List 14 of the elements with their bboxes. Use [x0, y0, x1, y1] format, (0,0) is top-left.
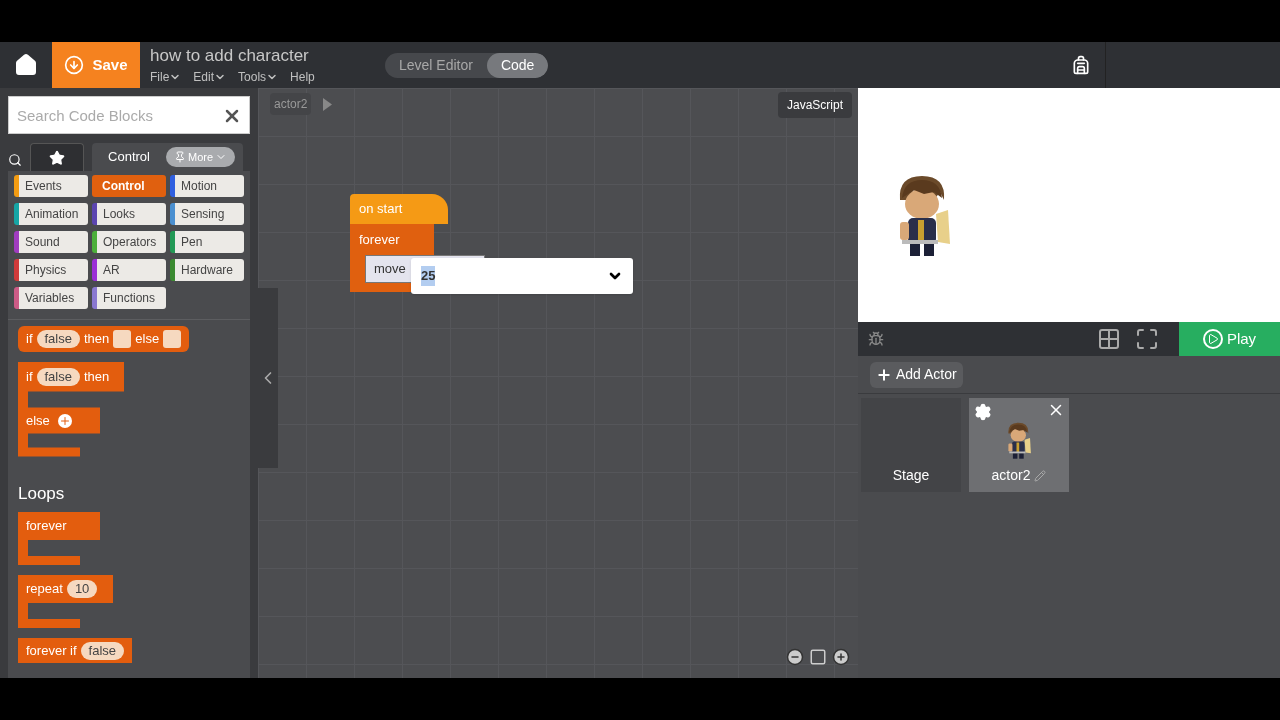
- project-title: how to add character: [150, 46, 310, 66]
- selected-value: 25: [421, 266, 436, 286]
- block-label: then: [83, 367, 110, 386]
- block-label: else: [135, 330, 160, 348]
- block-label: if: [26, 367, 33, 386]
- block-label: if: [26, 330, 33, 348]
- block-label: forever if: [26, 642, 77, 660]
- block-label: else: [26, 411, 50, 430]
- actor-name: actor2: [991, 466, 1031, 485]
- block-label: then: [83, 330, 110, 348]
- section-heading: Loops: [18, 482, 66, 505]
- block-label: repeat: [26, 580, 63, 599]
- actor-name: Stage: [892, 466, 930, 485]
- block-label: forever: [26, 517, 67, 536]
